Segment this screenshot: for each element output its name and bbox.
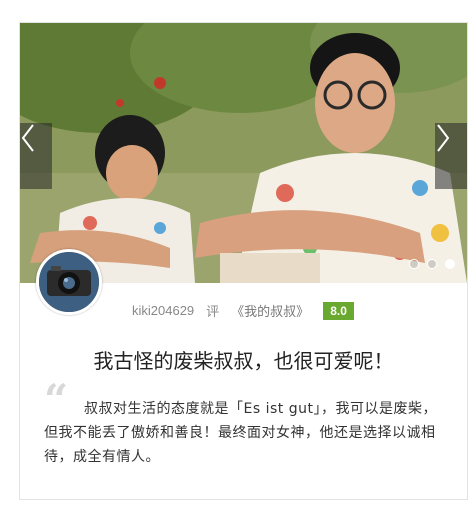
movie-title-link[interactable]: 《我的叔叔》	[231, 301, 309, 320]
hero-carousel[interactable]	[20, 23, 467, 283]
username-link[interactable]: kiki204629	[132, 303, 194, 318]
chevron-left-icon	[21, 124, 34, 152]
avatar[interactable]	[36, 249, 102, 315]
chevron-right-icon	[437, 124, 450, 152]
carousel-dot[interactable]	[409, 259, 419, 269]
review-excerpt: 叔叔对生活的态度就是「Es ist gut」，我可以是废柴，但我不能丢了傲娇和善…	[44, 401, 437, 465]
review-meta: kiki204629 评 《我的叔叔》 8.0	[132, 301, 354, 320]
camera-avatar-image	[39, 252, 99, 312]
review-card: kiki204629 评 《我的叔叔》 8.0 我古怪的废柴叔叔，也很可爱呢！ …	[19, 22, 468, 500]
carousel-prev-button[interactable]	[20, 123, 52, 189]
rating-badge: 8.0	[323, 301, 354, 320]
hero-image	[20, 23, 467, 283]
review-verb: 评	[206, 304, 220, 319]
carousel-dot[interactable]	[427, 259, 437, 269]
carousel-next-button[interactable]	[435, 123, 467, 189]
carousel-dots	[409, 259, 455, 269]
carousel-dot-active[interactable]	[445, 259, 455, 269]
review-title[interactable]: 我古怪的废柴叔叔，也很可爱呢！	[20, 345, 467, 374]
